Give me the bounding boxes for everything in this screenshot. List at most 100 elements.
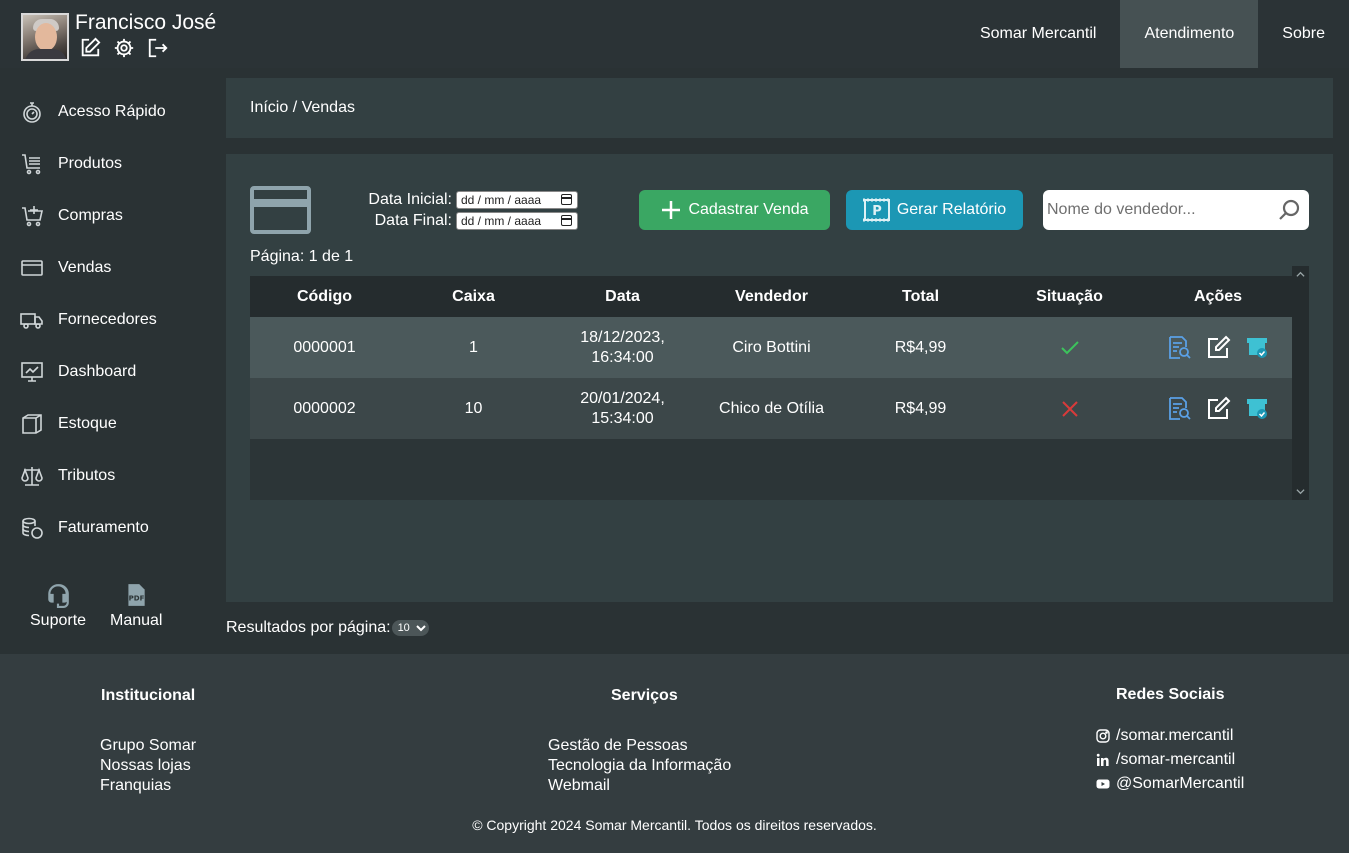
col-header-actions: Ações [1193,287,1243,305]
archive-icon[interactable] [1245,396,1270,421]
sidebar-item-label: Vendas [58,259,112,276]
sidebar-item-estoque[interactable]: Estoque [20,409,117,439]
cell-date: 20/01/2024, 15:34:00 [548,378,697,439]
cell-code: 0000001 [293,338,356,356]
sidebar-item-tributos[interactable]: Tributos [20,461,115,491]
cell-actions [1144,317,1292,378]
sidebar-item-faturamento[interactable]: Faturamento [20,513,149,543]
scroll-down-icon[interactable] [1296,487,1305,496]
cart-plus-icon [22,206,43,227]
col-header-register: Caixa [452,287,495,305]
top-bar: Francisco José Somar Mercantil Atendimen… [0,0,1349,68]
plus-icon [662,201,681,219]
scroll-up-icon[interactable] [1296,270,1305,279]
page-info: Página: 1 de 1 [250,248,354,265]
table-row[interactable]: 0000002 10 20/01/2024, 15:34:00 Chico de … [250,378,1292,439]
breadcrumb[interactable]: Início / Vendas [250,99,355,117]
cell-seller: Ciro Bottini [732,338,811,356]
social-instagram-label: /somar.mercantil [1116,727,1234,744]
sidebar-item-produtos[interactable]: Produtos [20,149,122,179]
svg-text:P: P [872,204,882,219]
cross-icon [1061,400,1078,417]
gear-icon[interactable] [113,37,135,59]
credit-card-icon [21,260,43,276]
support-button[interactable]: Suporte [30,582,86,630]
search-icon[interactable] [1277,198,1301,222]
footer-link-webmail[interactable]: Webmail [548,776,610,796]
report-button[interactable]: P Gerar Relatório [846,190,1023,230]
start-date-placeholder: dd / mm / aaaa [461,193,542,207]
nav-atendimento[interactable]: Atendimento [1120,0,1259,68]
sales-table: Código Caixa Data Vendedor Total Situaçã… [250,276,1292,500]
cell-date-time: 15:34:00 [591,409,654,427]
add-sale-button[interactable]: Cadastrar Venda [639,190,830,230]
start-date-input[interactable]: dd / mm / aaaa [456,191,578,209]
report-label: Gerar Relatório [896,201,1007,218]
scale-icon [21,467,43,486]
nav-somar-mercantil[interactable]: Somar Mercantil [956,0,1120,68]
view-details-icon[interactable] [1167,396,1192,421]
social-linkedin[interactable]: /somar-mercantil [1096,751,1235,769]
cell-status [995,378,1144,439]
table-row[interactable]: 0000001 1 18/12/2023, 16:34:00 Ciro Botti… [250,317,1292,378]
edit-icon[interactable] [1206,396,1231,421]
view-details-icon[interactable] [1167,335,1192,360]
monitor-icon [21,362,43,382]
search-input[interactable] [1045,190,1270,230]
end-date-input[interactable]: dd / mm / aaaa [456,212,578,230]
col-header-date: Data [605,287,640,305]
per-page-select[interactable]: 10 [391,620,429,636]
calendar-icon[interactable] [561,215,572,226]
footer-link-gestao-pessoas[interactable]: Gestão de Pessoas [548,736,688,756]
sidebar-item-label: Tributos [58,467,116,484]
col-header-code: Código [296,287,353,305]
top-nav: Somar Mercantil Atendimento Sobre [956,0,1349,68]
social-youtube-label: @SomarMercantil [1116,775,1245,792]
sidebar-item-label: Dashboard [58,363,137,380]
cart-list-icon [22,154,41,175]
avatar[interactable] [21,13,69,61]
cell-date-day: 20/01/2024, [580,389,665,407]
sidebar-item-compras[interactable]: Compras [20,201,123,231]
archive-icon[interactable] [1245,335,1270,360]
cell-register: 1 [469,338,478,356]
cell-date-day: 18/12/2023, [580,328,665,346]
sidebar-item-label: Acesso Rápido [58,103,166,120]
nav-sobre[interactable]: Sobre [1258,0,1349,68]
cell-total: R$4,99 [894,399,947,417]
cell-actions [1144,378,1292,439]
footer-link-ti[interactable]: Tecnologia da Informação [548,756,731,776]
sidebar-item-label: Compras [58,207,123,224]
sales-panel: Data Inicial: dd / mm / aaaa Data Final:… [226,154,1333,602]
sidebar-item-dashboard[interactable]: Dashboard [20,357,136,387]
cell-status [995,317,1144,378]
youtube-icon [1096,779,1110,789]
calendar-icon[interactable] [561,194,572,205]
social-instagram[interactable]: /somar.mercantil [1096,727,1233,745]
edit-icon[interactable] [1206,335,1231,360]
sidebar-item-label: Produtos [58,155,123,172]
pdf-icon: PDF [128,584,145,606]
manual-button[interactable]: PDF Manual [110,582,162,630]
footer-services-title: Serviços [611,687,678,704]
results-per-page: Resultados por página: 10 [226,619,429,637]
sidebar: Acesso Rápido Produtos Compras Vendas Fo… [0,68,226,654]
logout-icon[interactable] [147,37,169,59]
sidebar-item-vendas[interactable]: Vendas [20,253,111,283]
end-date-placeholder: dd / mm / aaaa [461,214,542,228]
seller-search[interactable] [1043,190,1309,230]
edit-profile-icon[interactable] [79,37,101,59]
table-scrollbar[interactable] [1292,266,1309,500]
cell-date: 18/12/2023, 16:34:00 [548,317,697,378]
footer-social-title: Redes Sociais [1116,686,1225,703]
footer-link-franquias[interactable]: Franquias [100,776,171,796]
cell-code: 0000002 [293,399,356,417]
footer-link-nossas-lojas[interactable]: Nossas lojas [100,756,191,776]
sidebar-item-fornecedores[interactable]: Fornecedores [20,305,157,335]
social-youtube[interactable]: @SomarMercantil [1096,775,1244,793]
col-header-total: Total [901,287,940,305]
user-name: Francisco José [75,11,217,34]
headset-icon [48,584,69,608]
footer-link-grupo-somar[interactable]: Grupo Somar [100,736,196,756]
sidebar-item-acesso-rapido[interactable]: Acesso Rápido [20,97,166,127]
